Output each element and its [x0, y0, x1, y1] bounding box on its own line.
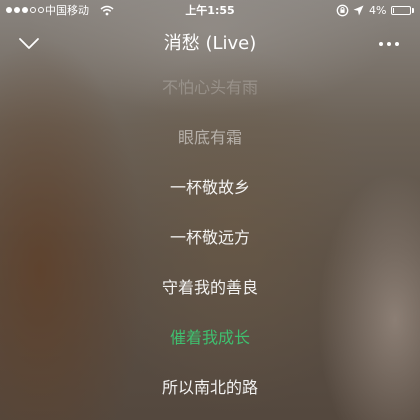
- blurred-album-background: [0, 0, 420, 420]
- location-arrow-icon: [353, 5, 364, 16]
- chevron-down-icon[interactable]: [14, 30, 44, 56]
- clock-time: 上午1:55: [185, 4, 235, 17]
- battery-percentage: 4%: [369, 4, 387, 17]
- lyric-line: 一杯敬故乡: [169, 178, 250, 197]
- battery-icon: [391, 6, 411, 15]
- wifi-icon: [100, 5, 114, 16]
- lyric-line: 守着我的善良: [161, 278, 258, 297]
- more-options-icon[interactable]: [372, 34, 406, 54]
- status-bar: 中国移动 上午1:55 4%: [0, 0, 420, 22]
- song-title: 消愁 (Live): [163, 33, 257, 54]
- now-playing-screen: 中国移动 上午1:55 4% 消愁 (Live) 不怕心头有雨 眼底有霜一杯敬故乡…: [0, 0, 420, 420]
- lyric-line-current: 催着我成长: [169, 328, 250, 347]
- signal-strength-icon: [6, 7, 44, 13]
- orientation-lock-icon: [336, 4, 349, 17]
- lyric-line: 不怕心头有雨: [161, 78, 258, 97]
- carrier-name: 中国移动: [45, 4, 89, 17]
- lyric-line: 眼底有霜: [177, 128, 242, 147]
- lyric-line: 所以南北的路: [161, 378, 258, 397]
- battery-tip: [412, 8, 414, 13]
- lyric-line: 一杯敬远方: [169, 228, 250, 247]
- battery-level-fill: [393, 8, 394, 13]
